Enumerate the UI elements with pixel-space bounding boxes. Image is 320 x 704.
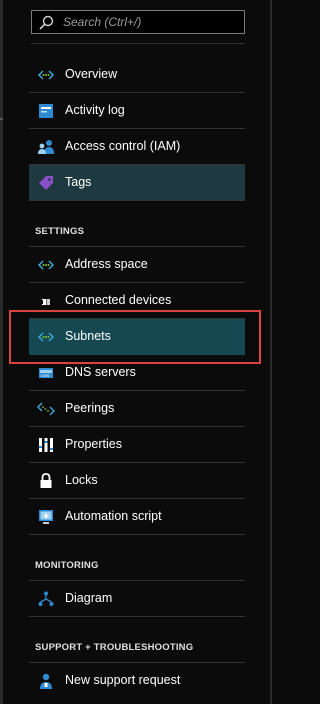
nav-item-label: Properties [65,437,122,451]
automation-script-icon [39,510,53,524]
section-header-settings: SETTINGS [35,226,85,237]
section-header-support: SUPPORT + TROUBLESHOOTING [35,642,194,653]
nav-item-label: Overview [65,67,118,81]
nav-item-automation-script[interactable]: Automation script [29,499,245,535]
nav-item-label: DNS servers [65,365,136,379]
edge-mark [0,118,3,120]
nav-item-label: Tags [65,175,92,189]
right-edge-strip [270,0,272,704]
nav-item-label: New support request [65,673,181,687]
search-icon [39,15,54,30]
dns-icon: DNS [39,368,53,378]
left-edge-strip [0,0,3,704]
tag-icon [39,176,53,190]
nav-item-diagram[interactable]: Diagram [29,581,245,617]
plug-icon [38,299,54,305]
nav-item-new-support-request[interactable]: New support request [29,663,245,699]
highlight-box [9,310,261,364]
search-box[interactable]: Search (Ctrl+/) [31,10,245,34]
vnet-icon [38,70,54,80]
nav-item-access-control[interactable]: Access control (IAM) [29,129,245,165]
activity-log-icon [39,104,53,118]
peerings-icon [37,402,55,416]
lock-icon [40,473,52,488]
nav-item-tags[interactable]: Tags [29,165,245,201]
nav-item-peerings[interactable]: Peerings [29,391,245,427]
properties-icon [39,438,53,452]
svg-text:DNS: DNS [41,373,50,378]
nav-item-label: Access control (IAM) [65,139,181,153]
nav-item-label: Activity log [65,103,125,117]
nav-item-label: Automation script [65,509,162,523]
nav-item-label: Diagram [65,591,113,605]
support-person-icon [40,673,52,689]
nav-item-activity-log[interactable]: Activity log [29,93,245,129]
nav-item-label: Connected devices [65,293,172,307]
nav-item-overview[interactable]: Overview [29,57,245,93]
nav-item-locks[interactable]: Locks [29,463,245,499]
divider [31,43,245,44]
search-placeholder: Search (Ctrl+/) [63,15,142,29]
section-header-monitoring: MONITORING [35,560,99,571]
diagram-icon [38,591,54,606]
address-space-icon [38,260,54,270]
nav-item-label: Peerings [65,401,115,415]
nav-item-label: Locks [65,473,98,487]
nav-item-label: Address space [65,257,148,271]
users-icon [38,140,54,154]
nav-item-properties[interactable]: Properties [29,427,245,463]
nav-item-address-space[interactable]: Address space [29,247,245,283]
